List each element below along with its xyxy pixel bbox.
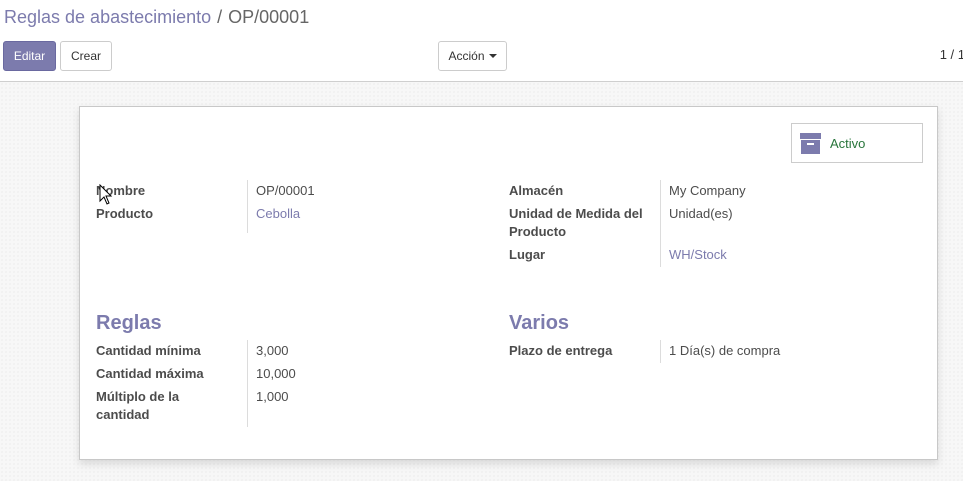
lead-time-number: 1 — [669, 343, 677, 358]
name-value: OP/00001 — [247, 180, 476, 203]
breadcrumb: Reglas de abastecimiento / OP/00001 — [4, 7, 309, 28]
caret-down-icon — [488, 54, 497, 58]
misc-section-title: Varios — [509, 312, 570, 334]
breadcrumb-parent-link[interactable]: Reglas de abastecimiento — [4, 7, 211, 27]
rules-section-title: Reglas — [96, 312, 162, 334]
field-row-name: Nombre OP/00001 — [96, 180, 476, 203]
main-fields-left: Nombre OP/00001 Producto Cebolla — [96, 180, 476, 233]
max-qty-value: 10,000 — [247, 363, 476, 386]
product-label: Producto — [96, 206, 154, 221]
control-panel: Reglas de abastecimiento / OP/00001 Editar… — [0, 0, 963, 82]
max-qty-label: Cantidad máxima — [96, 366, 204, 381]
field-row-product: Producto Cebolla — [96, 203, 476, 233]
uom-value: Unidad(es) — [660, 203, 889, 244]
breadcrumb-current: OP/00001 — [228, 7, 310, 27]
edit-button[interactable]: Editar — [3, 41, 56, 71]
warehouse-value: My Company — [660, 180, 889, 203]
pager[interactable]: 1 / 1 — [940, 47, 963, 62]
field-row-warehouse: Almacén My Company — [509, 180, 889, 203]
rules-fields: Cantidad mínima 3,000 Cantidad máxima 10… — [96, 340, 476, 427]
active-label: Activo — [830, 135, 866, 151]
field-row-min-qty: Cantidad mínima 3,000 — [96, 340, 476, 363]
min-qty-label: Cantidad mínima — [96, 343, 201, 358]
field-row-location: Lugar WH/Stock — [509, 244, 889, 267]
warehouse-label: Almacén — [509, 183, 564, 198]
name-label: Nombre — [96, 183, 146, 198]
field-row-max-qty: Cantidad máxima 10,000 — [96, 363, 476, 386]
breadcrumb-separator: / — [217, 7, 223, 27]
action-dropdown-button[interactable]: Acción — [438, 41, 507, 71]
min-qty-value: 3,000 — [247, 340, 476, 363]
location-label: Lugar — [509, 247, 546, 262]
product-link[interactable]: Cebolla — [256, 206, 300, 221]
archive-icon — [800, 132, 821, 154]
multiple-qty-label: Múltiplo de la cantidad — [96, 389, 180, 422]
multiple-qty-value: 1,000 — [247, 386, 476, 427]
lead-time-unit: Día(s) de compra — [679, 343, 781, 358]
field-row-lead-time: Plazo de entrega 1 Día(s) de compra — [509, 340, 889, 363]
field-row-uom: Unidad de Medida del Producto Unidad(es) — [509, 203, 889, 244]
uom-label: Unidad de Medida del Producto — [509, 206, 643, 239]
field-row-multiple-qty: Múltiplo de la cantidad 1,000 — [96, 386, 476, 427]
misc-fields: Plazo de entrega 1 Día(s) de compra — [509, 340, 889, 363]
form-sheet: Activo Nombre OP/00001 Producto Cebolla … — [79, 106, 938, 460]
lead-time-label: Plazo de entrega — [509, 343, 613, 358]
lead-time-value: 1 Día(s) de compra — [660, 340, 889, 363]
active-toggle-button[interactable]: Activo — [791, 123, 923, 163]
main-fields-right: Almacén My Company Unidad de Medida del … — [509, 180, 889, 267]
create-button[interactable]: Crear — [60, 41, 112, 71]
location-link[interactable]: WH/Stock — [669, 247, 727, 262]
action-label: Acción — [448, 49, 485, 63]
